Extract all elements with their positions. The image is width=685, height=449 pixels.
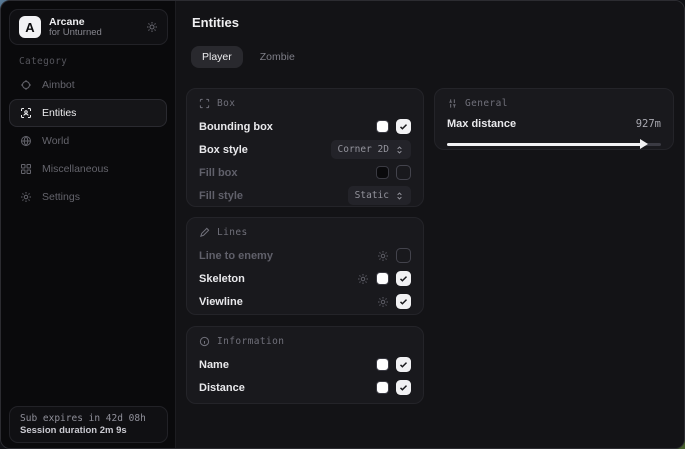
app-name: Arcane: [49, 16, 138, 28]
color-swatch[interactable]: [376, 120, 389, 133]
main-content: Entities Player Zombie Box Bounding box: [177, 1, 684, 448]
box-style-dropdown[interactable]: Corner 2D: [331, 140, 411, 159]
general-section-card: General Max distance 927m: [434, 88, 674, 150]
tab-player[interactable]: Player: [191, 46, 243, 68]
grid-icon: [19, 163, 32, 175]
setting-row-line-to-enemy: Line to enemy: [199, 244, 411, 267]
sub-expiry-text: Sub expires in 42d 08h: [20, 413, 157, 424]
app-logo-card: A Arcane for Unturned: [9, 9, 168, 45]
sidebar-item-label: Entities: [42, 107, 76, 119]
max-distance-slider[interactable]: [447, 139, 661, 149]
sidebar-nav: Aimbot Entities World Miscellaneous: [9, 71, 167, 211]
sidebar-item-aimbot[interactable]: Aimbot: [9, 71, 167, 99]
fill-style-dropdown[interactable]: Static: [348, 186, 411, 205]
bounding-box-checkbox[interactable]: [396, 119, 411, 134]
color-swatch[interactable]: [376, 381, 389, 394]
max-distance-value: 927m: [636, 118, 661, 130]
setting-row-box-style: Box style Corner 2D: [199, 138, 411, 161]
name-checkbox[interactable]: [396, 357, 411, 372]
setting-row-skeleton: Skeleton: [199, 267, 411, 290]
viewline-checkbox[interactable]: [396, 294, 411, 309]
entity-tabs: Player Zombie: [191, 46, 306, 68]
sidebar-item-label: Settings: [42, 191, 80, 203]
sidebar-item-label: Miscellaneous: [42, 163, 109, 175]
lines-section-card: Lines Line to enemy Skeleton: [186, 217, 424, 315]
app-subtitle: for Unturned: [49, 28, 138, 39]
subscription-info-card: Sub expires in 42d 08h Session duration …: [9, 406, 168, 443]
sidebar-item-settings[interactable]: Settings: [9, 183, 167, 211]
sidebar-item-entities[interactable]: Entities: [9, 99, 167, 127]
sidebar-item-world[interactable]: World: [9, 127, 167, 155]
box-section-card: Box Bounding box Box style Corner 2D: [186, 88, 424, 207]
gear-icon: [19, 191, 32, 203]
sliders-icon: [447, 98, 458, 109]
section-title: Lines: [217, 227, 248, 238]
setting-row-distance: Distance: [199, 376, 411, 399]
section-title: Information: [217, 336, 284, 347]
gear-icon[interactable]: [377, 296, 389, 308]
pencil-icon: [199, 227, 210, 238]
skeleton-checkbox[interactable]: [396, 271, 411, 286]
globe-icon: [19, 135, 32, 147]
distance-checkbox[interactable]: [396, 380, 411, 395]
sidebar-item-miscellaneous[interactable]: Miscellaneous: [9, 155, 167, 183]
tab-zombie[interactable]: Zombie: [249, 46, 306, 68]
line-to-enemy-checkbox[interactable]: [396, 248, 411, 263]
setting-row-bounding-box: Bounding box: [199, 115, 411, 138]
info-icon: [199, 336, 210, 347]
gear-icon[interactable]: [357, 273, 369, 285]
section-title: Box: [217, 98, 235, 109]
scan-entity-icon: [19, 107, 32, 119]
information-section-card: Information Name Distance: [186, 326, 424, 404]
box-select-icon: [199, 98, 210, 109]
chevron-up-down-icon: [395, 191, 404, 201]
sidebar-item-label: Aimbot: [42, 79, 75, 91]
setting-row-viewline: Viewline: [199, 290, 411, 313]
chevron-up-down-icon: [395, 145, 404, 155]
slider-thumb[interactable]: [640, 139, 648, 149]
setting-row-name: Name: [199, 353, 411, 376]
setting-row-fill-style: Fill style Static: [199, 184, 411, 207]
arcane-window: A Arcane for Unturned Category Aimbot: [0, 0, 685, 449]
session-duration-text: Session duration 2m 9s: [20, 425, 157, 436]
app-logo: A: [19, 16, 41, 38]
setting-row-fill-box: Fill box: [199, 161, 411, 184]
crosshair-icon: [19, 79, 32, 91]
category-label: Category: [19, 56, 67, 67]
fill-box-checkbox[interactable]: [396, 165, 411, 180]
sidebar-item-label: World: [42, 135, 69, 147]
section-title: General: [465, 98, 508, 109]
gear-icon[interactable]: [146, 21, 158, 33]
sidebar: A Arcane for Unturned Category Aimbot: [1, 1, 176, 448]
color-swatch[interactable]: [376, 272, 389, 285]
page-title: Entities: [192, 15, 239, 30]
setting-row-max-distance: Max distance 927m: [447, 115, 661, 133]
gear-icon[interactable]: [377, 250, 389, 262]
color-swatch[interactable]: [376, 166, 389, 179]
color-swatch[interactable]: [376, 358, 389, 371]
